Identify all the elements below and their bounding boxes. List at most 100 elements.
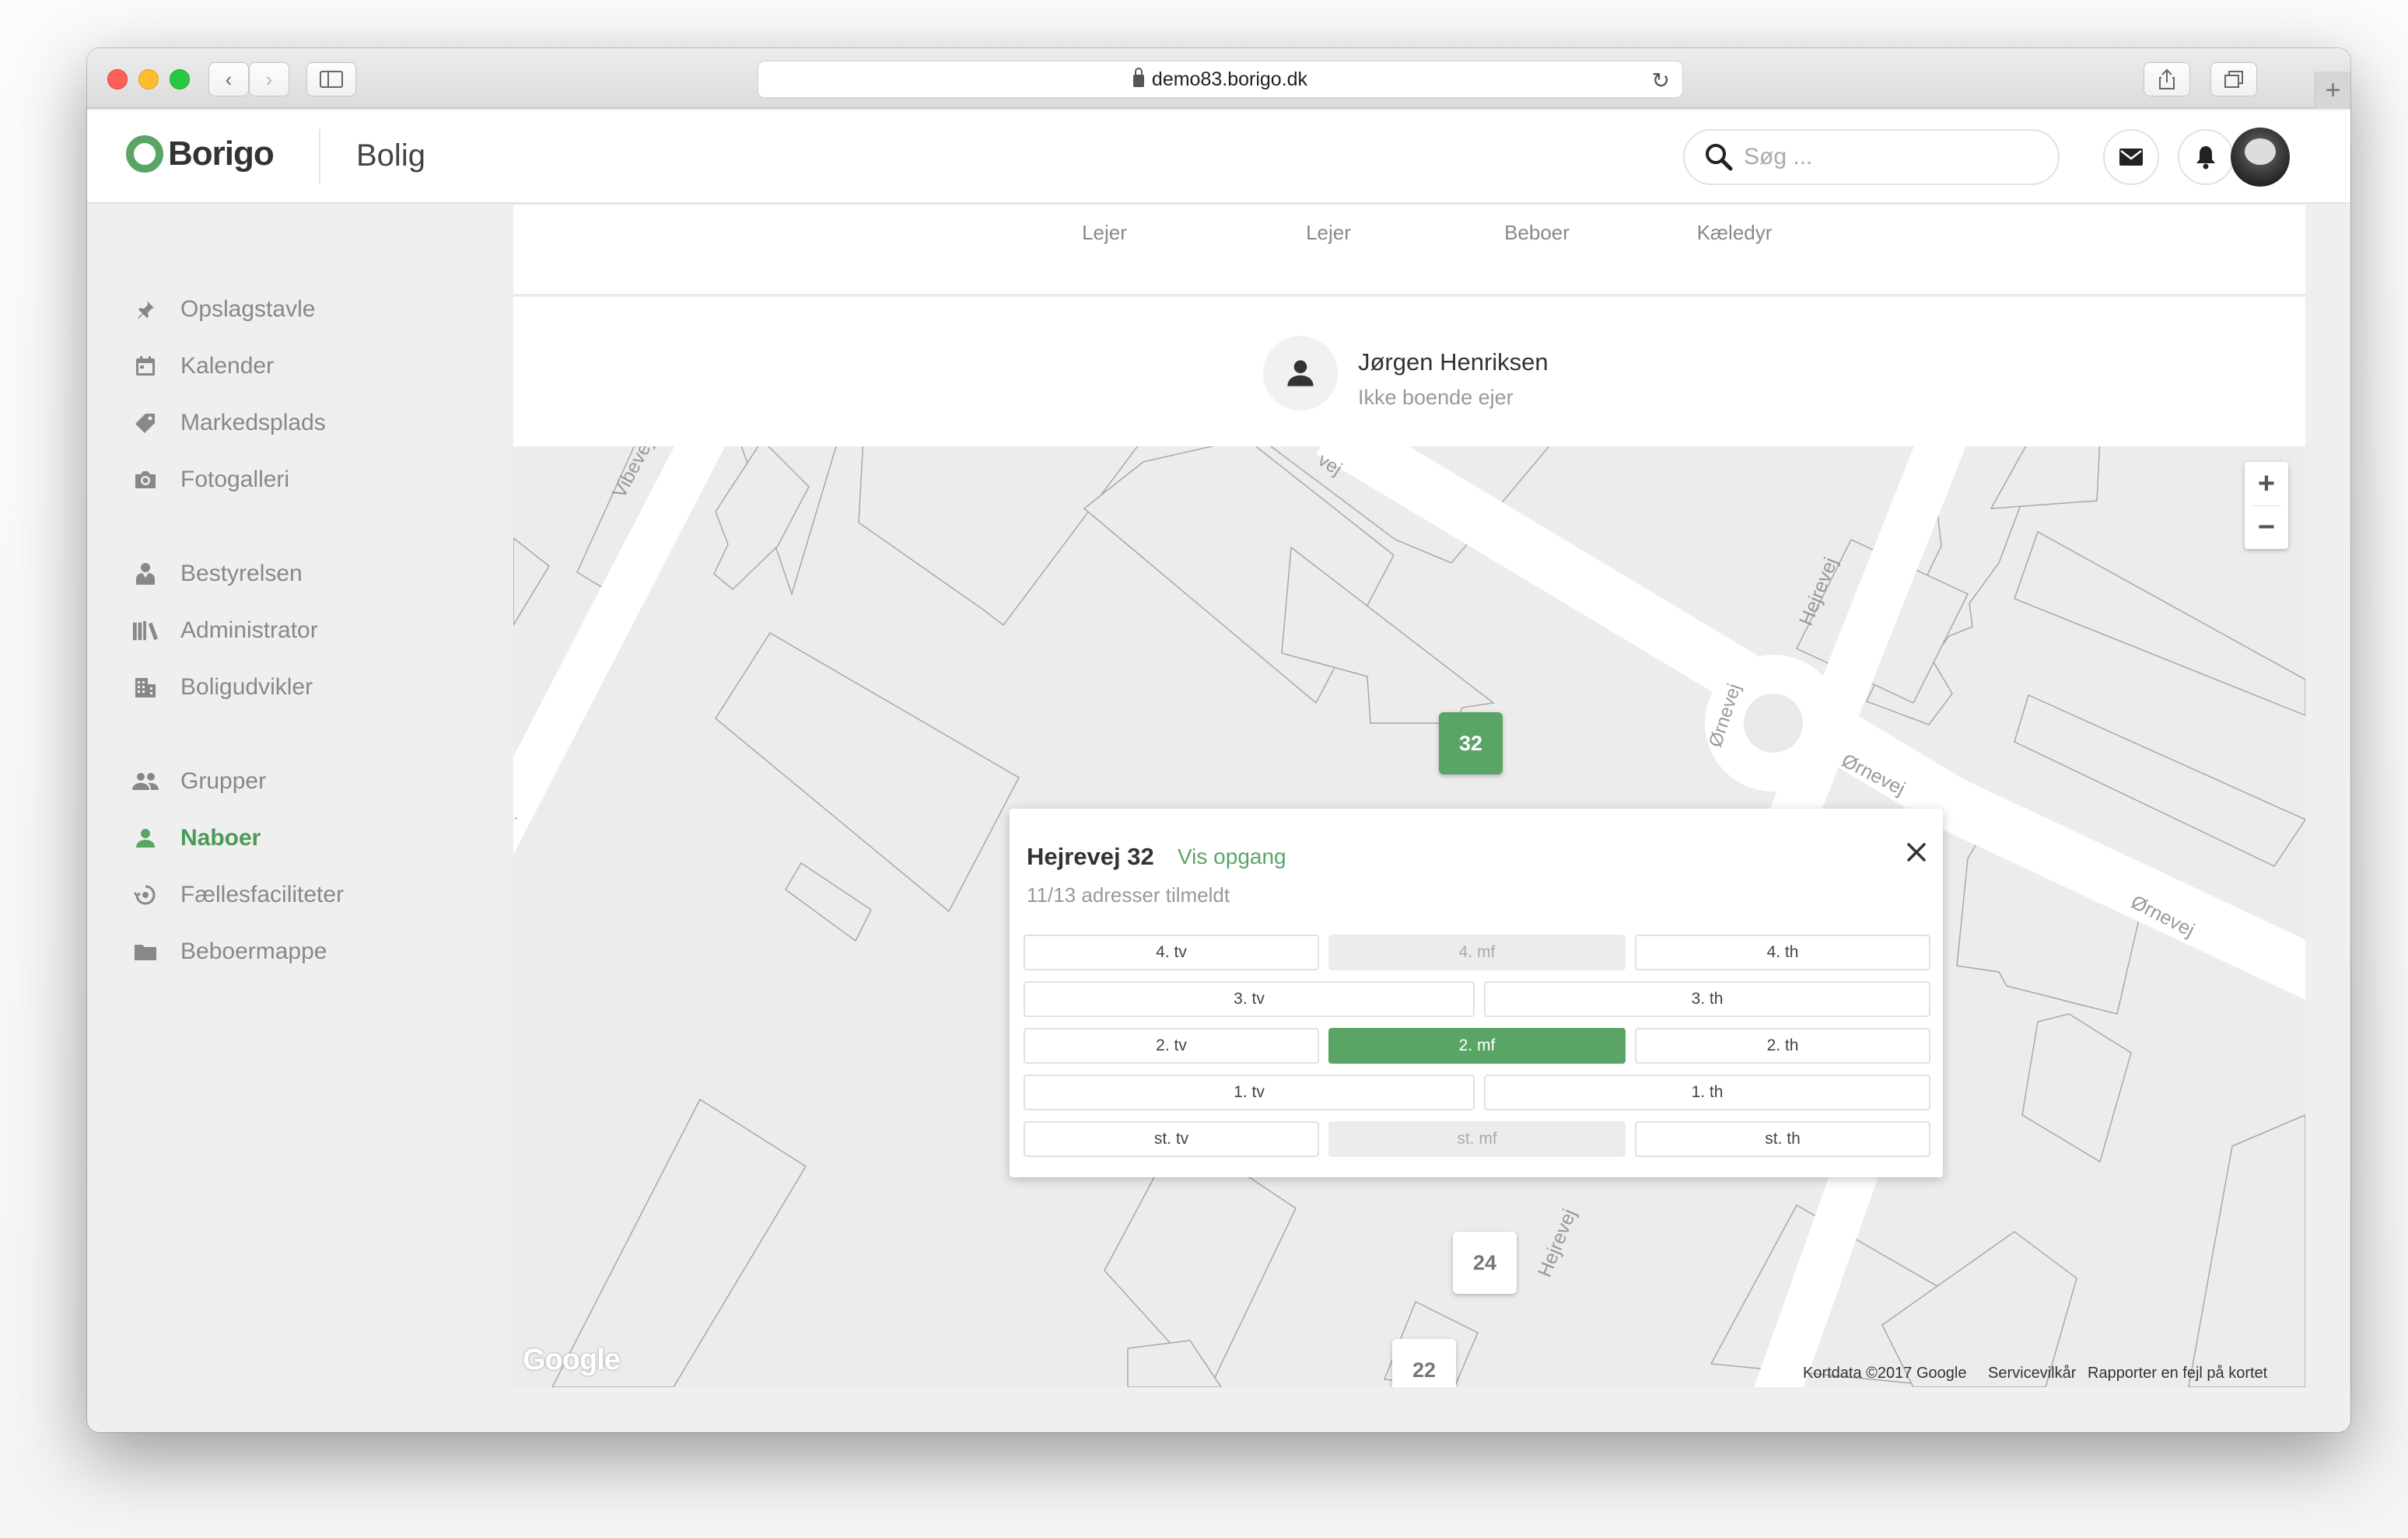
resident-role-label: Beboer bbox=[1504, 221, 1570, 244]
sidebar-item-markedsplads[interactable]: Markedsplads bbox=[87, 402, 513, 444]
sidebar-item-beboermappe[interactable]: Beboermappe bbox=[87, 931, 513, 973]
facilities-icon bbox=[132, 882, 159, 908]
browser-titlebar: ‹ › demo83.borigo.dk ↻ + bbox=[87, 48, 2350, 109]
lock-icon bbox=[1132, 68, 1144, 87]
building-icon bbox=[132, 674, 159, 701]
sidebar-item-boligudvikler[interactable]: Boligudvikler bbox=[87, 666, 513, 708]
address-bar[interactable]: demo83.borigo.dk ↻ bbox=[758, 61, 1683, 98]
new-tab-button[interactable]: + bbox=[2315, 72, 2350, 109]
plus-icon: + bbox=[2325, 75, 2341, 105]
search-input[interactable] bbox=[1744, 144, 2024, 170]
apartment-button-4-mf: 4. mf bbox=[1328, 935, 1626, 970]
apartment-button-2-mf[interactable]: 2. mf bbox=[1328, 1028, 1626, 1064]
section-title: Bolig bbox=[356, 138, 425, 173]
owner-row[interactable]: Jørgen Henriksen Ikke boende ejer bbox=[513, 297, 2305, 446]
apartment-button-1-tv[interactable]: 1. tv bbox=[1024, 1075, 1475, 1110]
terms-link[interactable]: Servicevilkår bbox=[1988, 1365, 2076, 1382]
show-stairwell-link[interactable]: Vis opgang bbox=[1178, 844, 1286, 869]
chevron-left-icon: ‹ bbox=[225, 67, 233, 91]
map-attribution: Kortdata ©2017 Google bbox=[1803, 1365, 1967, 1382]
back-button[interactable]: ‹ bbox=[208, 62, 249, 96]
apartment-button-st-tv[interactable]: st. tv bbox=[1024, 1121, 1319, 1157]
brand-name: Borigo bbox=[168, 135, 275, 173]
zoom-in-button[interactable]: + bbox=[2245, 462, 2288, 505]
google-logo[interactable]: Google bbox=[523, 1344, 621, 1377]
apartment-button-1-th[interactable]: 1. th bbox=[1484, 1075, 1930, 1110]
content-footer-space bbox=[513, 1387, 2305, 1432]
notifications-button[interactable] bbox=[2178, 129, 2234, 185]
apartment-button-3-tv[interactable]: 3. tv bbox=[1024, 981, 1475, 1017]
sidebar-item-label: Beboermappe bbox=[180, 939, 327, 964]
popup-subtitle: 11/13 adresser tilmeldt bbox=[1027, 883, 1230, 907]
popup-title: Hejrevej 32 bbox=[1027, 843, 1154, 870]
tabs-icon bbox=[2224, 71, 2243, 88]
sidebar-item-label: Markedsplads bbox=[180, 410, 326, 435]
apartment-button-4-th[interactable]: 4. th bbox=[1635, 935, 1930, 970]
forward-button[interactable]: › bbox=[249, 62, 289, 96]
address-marker-22[interactable]: 22 bbox=[1392, 1339, 1456, 1387]
owner-name: Jørgen Henriksen bbox=[1358, 348, 1549, 376]
sidebar: Opslagstavle Kalender Markedsplads Fotog… bbox=[87, 205, 513, 1432]
map[interactable]: Vibevej Hejrevej Ørnevej Ørnevej Ørnevej… bbox=[513, 446, 2305, 1387]
apartment-button-st-mf: st. mf bbox=[1328, 1121, 1626, 1157]
address-marker-24[interactable]: 24 bbox=[1453, 1232, 1517, 1294]
browser-window: ‹ › demo83.borigo.dk ↻ + Borigo Bolig Sø… bbox=[87, 48, 2350, 1432]
apartment-button-4-tv[interactable]: 4. tv bbox=[1024, 935, 1319, 970]
residents-card: Lejer Lejer Beboer Kæledyr bbox=[513, 205, 2305, 295]
group-icon bbox=[132, 768, 159, 795]
apartment-button-2-tv[interactable]: 2. tv bbox=[1024, 1028, 1319, 1064]
owner-avatar bbox=[1263, 336, 1338, 411]
board-member-icon bbox=[132, 561, 159, 587]
zoom-control: + − bbox=[2245, 462, 2288, 549]
pin-icon bbox=[132, 296, 159, 323]
sidebar-item-opslagstavle[interactable]: Opslagstavle bbox=[87, 288, 513, 330]
report-error-link[interactable]: Rapporter en fejl på kortet bbox=[2088, 1365, 2267, 1382]
sidebar-item-kalender[interactable]: Kalender bbox=[87, 345, 513, 387]
search-box[interactable] bbox=[1683, 129, 2060, 185]
envelope-icon bbox=[2119, 149, 2143, 166]
address-marker-32[interactable]: 32 bbox=[1439, 712, 1503, 774]
apartment-button-2-th[interactable]: 2. th bbox=[1635, 1028, 1930, 1064]
share-icon bbox=[2159, 68, 2175, 89]
calendar-icon bbox=[132, 353, 159, 379]
url-text: demo83.borigo.dk bbox=[1151, 68, 1308, 90]
main-content: Lejer Lejer Beboer Kæledyr Jørgen Henrik… bbox=[513, 205, 2305, 1432]
resident-role-label: Kæledyr bbox=[1696, 221, 1773, 244]
zoom-divider bbox=[2252, 505, 2280, 506]
app-header: Borigo Bolig bbox=[87, 110, 2350, 204]
close-window-button[interactable] bbox=[107, 69, 128, 89]
library-icon bbox=[132, 617, 159, 644]
header-divider bbox=[319, 129, 320, 184]
sidebar-item-label: Fotogalleri bbox=[180, 467, 290, 492]
resident-role-label: Lejer bbox=[1306, 221, 1351, 244]
maximize-window-button[interactable] bbox=[170, 69, 190, 89]
camera-icon bbox=[132, 467, 159, 493]
sidebar-item-bestyrelsen[interactable]: Bestyrelsen bbox=[87, 553, 513, 595]
sidebar-item-label: Kalender bbox=[180, 353, 275, 379]
sidebar-toggle-button[interactable] bbox=[306, 62, 356, 96]
close-icon[interactable] bbox=[1902, 838, 1930, 866]
apartment-button-st-th[interactable]: st. th bbox=[1635, 1121, 1930, 1157]
share-button[interactable] bbox=[2144, 62, 2190, 96]
sidebar-item-label: Boligudvikler bbox=[180, 674, 313, 700]
brand-logo[interactable]: Borigo bbox=[126, 135, 275, 173]
sidebar-item-grupper[interactable]: Grupper bbox=[87, 760, 513, 802]
sidebar-item-fotogalleri[interactable]: Fotogalleri bbox=[87, 459, 513, 501]
sidebar-item-label: Bestyrelsen bbox=[180, 561, 303, 586]
bell-icon bbox=[2196, 146, 2215, 170]
owner-type: Ikke boende ejer bbox=[1358, 386, 1514, 409]
reload-icon[interactable]: ↻ bbox=[1652, 68, 1670, 93]
user-avatar[interactable] bbox=[2231, 128, 2290, 187]
borigo-logo-icon bbox=[126, 135, 163, 173]
messages-button[interactable] bbox=[2103, 129, 2159, 185]
tabs-overview-button[interactable] bbox=[2210, 62, 2257, 96]
apartment-button-3-th[interactable]: 3. th bbox=[1484, 981, 1930, 1017]
sidebar-item-faellesfaciliteter[interactable]: Fællesfaciliteter bbox=[87, 874, 513, 916]
sidebar-item-administrator[interactable]: Administrator bbox=[87, 610, 513, 652]
sidebar-item-label: Fællesfaciliteter bbox=[180, 882, 345, 907]
sidebar-icon bbox=[320, 71, 343, 88]
minimize-window-button[interactable] bbox=[138, 69, 159, 89]
folder-icon bbox=[132, 939, 159, 965]
zoom-out-button[interactable]: − bbox=[2245, 505, 2288, 549]
sidebar-item-naboer[interactable]: Naboer bbox=[87, 817, 513, 859]
